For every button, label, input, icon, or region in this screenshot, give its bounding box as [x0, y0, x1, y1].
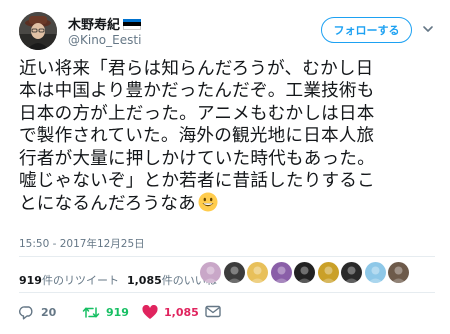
chevron-down-icon[interactable] [421, 22, 435, 36]
direct-message-button[interactable] [205, 305, 227, 318]
retweet-stat[interactable]: 919件のリツイート [19, 272, 119, 288]
liker-avatar[interactable] [317, 262, 339, 283]
name-row: 木野寿紀 [68, 14, 142, 33]
liker-avatar[interactable] [247, 262, 268, 283]
retweet-stat-label: 件のリツイート [41, 274, 119, 287]
liker-avatars [200, 262, 412, 283]
tweet-actions: 20 919 1,085 [19, 305, 439, 325]
retweet-stat-count: 919 [19, 274, 42, 287]
follow-button[interactable]: フォローする [321, 17, 412, 43]
reply-count: 20 [41, 306, 57, 319]
avatar[interactable] [19, 12, 57, 50]
tweet-line-last: とになるんだろうなあ [19, 192, 445, 215]
retweet-button[interactable]: 919 [82, 305, 129, 320]
retweet-icon [82, 307, 100, 318]
tweet-line: で製作されていた。海外の観光地に日本人旅 [19, 126, 375, 147]
tweet-line: 日本の方が上だった。アニメもむかしは日本 [19, 103, 375, 124]
user-handle[interactable]: @Kino_Eesti [68, 33, 141, 47]
liker-avatar[interactable] [341, 262, 362, 283]
estonia-flag-icon [123, 18, 142, 30]
heart-icon [142, 305, 158, 319]
like-stat-count: 1,085 [126, 274, 162, 287]
liker-avatar[interactable] [364, 262, 386, 283]
tweet-line: 本は中国より豊かだったんだぞ。工業技術も [19, 81, 375, 102]
divider [19, 292, 435, 293]
avatar-image [19, 12, 57, 50]
envelope-icon [205, 305, 221, 318]
like-count: 1,085 [164, 306, 199, 319]
liker-avatar[interactable] [388, 262, 409, 283]
tweet-line: 嘘じゃないぞ」とか若者に昔話したりするこ [19, 171, 375, 192]
tweet-timestamp[interactable]: 15:50 - 2017年12月25日 [19, 236, 145, 251]
reply-icon [19, 306, 33, 320]
reply-button[interactable]: 20 [19, 305, 56, 320]
tweet-line-text: とになるんだろうなあ [19, 194, 196, 215]
tweet-text: 近い将来「君らは知らんだろうが、むかし日 本は中国より豊かだったんだぞ。工業技術… [19, 58, 445, 216]
tweet-header: 木野寿紀 @Kino_Eesti フォローする [0, 0, 450, 56]
display-name[interactable]: 木野寿紀 [68, 14, 120, 33]
liker-avatar[interactable] [223, 262, 245, 283]
retweet-count: 919 [106, 306, 129, 319]
tweet-line: 行者が大量に押しかけていた時代もあった。 [19, 148, 375, 169]
tweet-line: 近い将来「君らは知らんだろうが、むかし日 [19, 59, 374, 79]
grinning-face-emoji-icon [198, 192, 218, 212]
engagement-stats: 919件のリツイート 1,085件のいいね [19, 272, 225, 288]
like-button[interactable]: 1,085 [142, 305, 199, 320]
divider [19, 256, 435, 257]
liker-avatar[interactable] [270, 262, 292, 283]
liker-avatar[interactable] [200, 262, 221, 283]
liker-avatar[interactable] [294, 262, 315, 283]
